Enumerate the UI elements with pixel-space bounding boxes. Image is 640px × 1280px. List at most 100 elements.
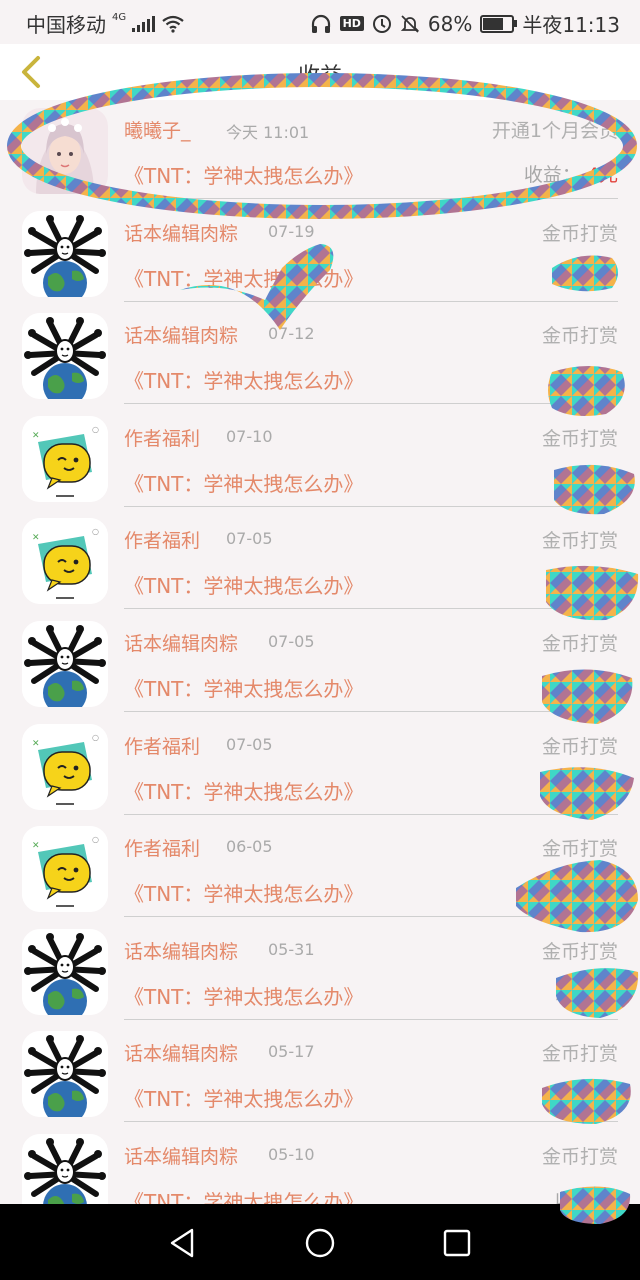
- book-title[interactable]: 《TNT：学神太拽怎么办》: [124, 776, 363, 805]
- book-title[interactable]: 《TNT：学神太拽怎么办》: [124, 365, 363, 394]
- income-label: 收益：: [523, 164, 581, 186]
- avatar[interactable]: ✕ ○: [22, 415, 108, 502]
- earth-spider-avatar-icon: [22, 928, 108, 1015]
- avatar[interactable]: ✕ ○: [22, 723, 108, 810]
- income-list: 曦曦子_ 今天 11:01 开通1个月会员 《TNT：学神太拽怎么办》 收益： 4元 话本编…: [0, 100, 640, 1229]
- sender-name: 话本编辑肉粽: [124, 325, 239, 348]
- avatar[interactable]: [22, 210, 108, 297]
- row-divider: [124, 198, 618, 199]
- income-type: 开通1个月会员: [491, 120, 618, 142]
- book-title[interactable]: 《TNT：学神太拽怎么办》: [124, 673, 363, 702]
- income-label: 收益：: [554, 574, 612, 597]
- sender-name: 作者福利: [124, 838, 201, 861]
- income-amount-group: 收益：: [555, 673, 618, 700]
- income-row[interactable]: ✕ ○ 作者福利 06-05 金币打赏 《TNT：学神太拽怎么办》 收益：: [0, 818, 640, 921]
- row-divider: [124, 608, 618, 610]
- income-row[interactable]: ✕ ○ 作者福利 07-10 金币打赏 《TNT：学神太拽怎么办》 收益：: [0, 408, 640, 511]
- income-row[interactable]: 话本编辑肉粽 07-19 金币打赏 《TNT：学神太拽怎么办》 收益：: [0, 203, 640, 306]
- income-type: 金币打赏: [541, 1043, 618, 1066]
- book-title[interactable]: 《TNT：学神太拽怎么办》: [124, 981, 363, 1010]
- svg-text:○: ○: [92, 527, 99, 536]
- income-label: 收益：: [554, 882, 612, 905]
- record-date: 05-17: [268, 1042, 315, 1062]
- avatar[interactable]: [22, 620, 108, 707]
- income-type: 金币打赏: [541, 427, 618, 450]
- status-bar: 中国移动 4G HD 68% 半夜11:13: [0, 0, 640, 44]
- record-date: 06-05: [226, 837, 273, 857]
- income-type: 金币打赏: [541, 632, 618, 655]
- record-date: 07-12: [268, 324, 315, 344]
- record-date: 今天 11:01: [226, 123, 310, 142]
- nav-home-button[interactable]: [303, 1226, 337, 1260]
- status-left: 中国移动 4G: [26, 9, 185, 38]
- book-title[interactable]: 《TNT：学神太拽怎么办》: [124, 263, 363, 292]
- income-row[interactable]: 话本编辑肉粽 05-17 金币打赏 《TNT：学神太拽怎么办》 收益：: [0, 1023, 640, 1126]
- clock: 半夜11:13: [522, 13, 620, 37]
- network-label: 4G: [112, 12, 127, 23]
- income-amount-group: 收益：: [555, 570, 618, 597]
- chat-bubble-avatar-icon: ✕○: [22, 415, 108, 502]
- chat-bubble-avatar-icon: ✕○: [22, 518, 108, 605]
- girl-avatar-icon: [22, 108, 108, 194]
- row-divider: [124, 300, 618, 302]
- sender-name: 话本编辑肉粽: [124, 940, 239, 963]
- svg-text:○: ○: [92, 425, 99, 434]
- income-label: 收益：: [554, 984, 612, 1007]
- book-title[interactable]: 《TNT：学神太拽怎么办》: [124, 160, 363, 189]
- svg-text:○: ○: [92, 835, 99, 844]
- income-row[interactable]: 话本编辑肉粽 07-05 金币打赏《TNT：学神太拽怎么办》 收益：: [0, 613, 640, 716]
- sender-name: 话本编辑肉粽: [124, 1145, 239, 1168]
- record-date: 07-05: [226, 529, 273, 549]
- hd-icon: HD: [339, 16, 364, 31]
- income-amount-group: 收益：: [555, 1083, 618, 1110]
- income-row[interactable]: 话本编辑肉粽 05-31 金币打赏 《TNT：学神太拽怎么办》 收益：: [0, 921, 640, 1024]
- avatar[interactable]: [22, 1031, 108, 1118]
- row-divider: [124, 505, 618, 507]
- chat-bubble-avatar-icon: ✕○: [22, 826, 108, 913]
- avatar[interactable]: ✕ ○: [22, 826, 108, 913]
- income-amount-group: 收益：: [555, 365, 618, 392]
- row-divider: [124, 1018, 618, 1020]
- record-date: 07-05: [268, 631, 315, 651]
- status-right: HD 68% 半夜11:13: [310, 9, 620, 38]
- income-type: 金币打赏: [541, 325, 618, 348]
- income-type: 金币打赏: [541, 838, 618, 861]
- avatar[interactable]: [22, 928, 108, 1015]
- avatar[interactable]: [22, 108, 108, 194]
- svg-text:✕: ✕: [32, 841, 40, 851]
- earth-spider-avatar-icon: [22, 620, 108, 707]
- nav-back-button[interactable]: [166, 1226, 200, 1260]
- sender-name: 话本编辑肉粽: [124, 632, 239, 655]
- income-label: 收益：: [554, 779, 612, 802]
- row-divider: [124, 403, 618, 405]
- income-row[interactable]: ✕ ○ 作者福利 07-05 金币打赏《TNT：学神太拽怎么办》 收益：: [0, 716, 640, 819]
- book-title[interactable]: 《TNT：学神太拽怎么办》: [124, 570, 363, 599]
- square-recents-icon: [443, 1229, 471, 1257]
- income-type: 金币打赏: [541, 735, 618, 758]
- book-title[interactable]: 《TNT：学神太拽怎么办》: [124, 878, 363, 907]
- sender-name: 作者福利: [124, 530, 201, 553]
- income-label: 收益：: [554, 676, 612, 699]
- income-row[interactable]: 话本编辑肉粽 07-12 金币打赏《TNT：学神太拽怎么办》 收益：: [0, 305, 640, 408]
- record-date: 07-19: [268, 221, 315, 241]
- row-divider: [124, 813, 618, 815]
- nav-recents-button[interactable]: [440, 1226, 474, 1260]
- avatar[interactable]: ✕ ○: [22, 518, 108, 605]
- income-type: 金币打赏: [541, 1145, 618, 1168]
- income-row[interactable]: 曦曦子_ 今天 11:01 开通1个月会员 《TNT：学神太拽怎么办》 收益： 4元: [0, 100, 640, 203]
- record-date: 07-05: [226, 734, 273, 754]
- chat-bubble-avatar-icon: ✕○: [22, 723, 108, 810]
- earth-spider-avatar-icon: [22, 313, 108, 400]
- sender-name: 作者福利: [124, 427, 201, 450]
- book-title[interactable]: 《TNT：学神太拽怎么办》: [124, 468, 363, 497]
- income-label: 收益：: [554, 471, 612, 494]
- avatar[interactable]: [22, 313, 108, 400]
- income-label: 收益：: [554, 1087, 612, 1110]
- svg-text:○: ○: [92, 733, 99, 742]
- book-title[interactable]: 《TNT：学神太拽怎么办》: [124, 1083, 363, 1112]
- headphones-icon: [311, 14, 330, 33]
- income-row[interactable]: ✕ ○ 作者福利 07-05 金币打赏 《TNT：学神太拽怎么办》 收益：: [0, 510, 640, 613]
- row-divider: [124, 1121, 618, 1123]
- sender-name: 作者福利: [124, 735, 201, 758]
- app-header: 收益: [0, 44, 640, 100]
